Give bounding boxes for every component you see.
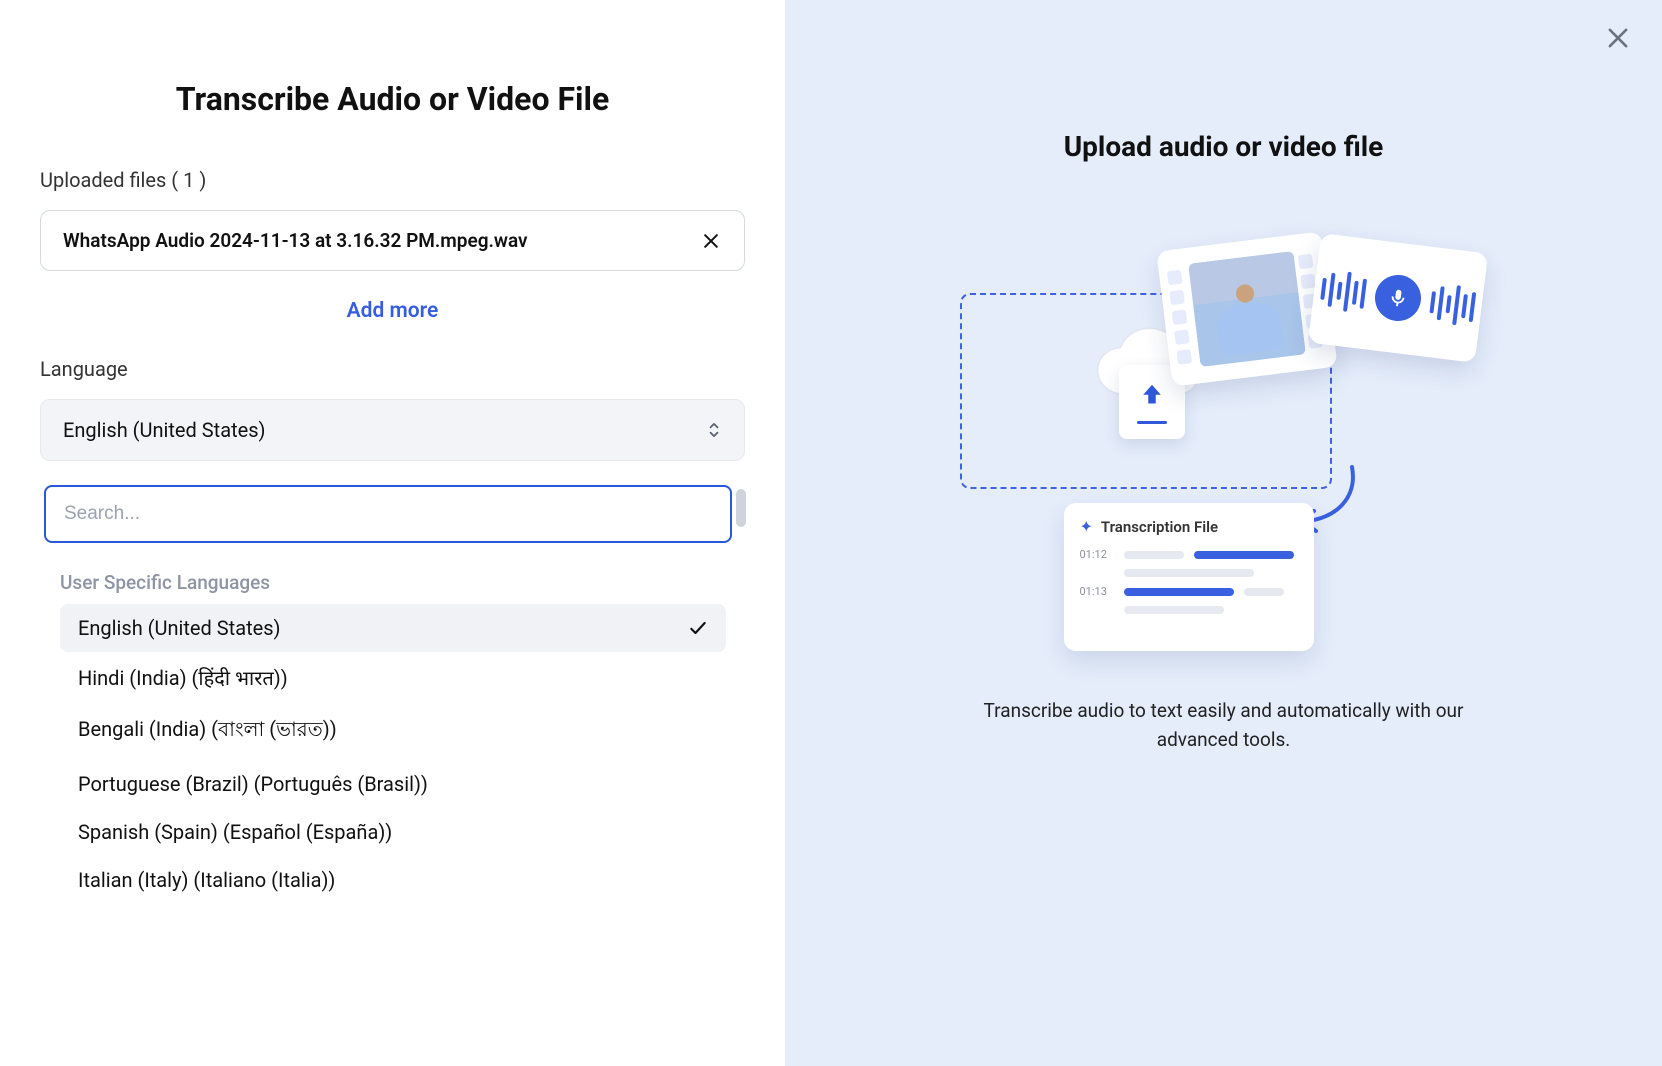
uploaded-files-label: Uploaded files ( 1 ) (40, 168, 745, 192)
language-option[interactable]: Hindi (India) (हिंदी भारत)) (60, 652, 726, 703)
waveform-right (1428, 282, 1477, 327)
right-panel-title: Upload audio or video file (1064, 130, 1384, 163)
language-group-header: User Specific Languages (4, 557, 744, 604)
language-option-label: Italian (Italy) (Italiano (Italia)) (78, 868, 335, 892)
transcript-card-title: Transcription File (1101, 518, 1218, 536)
transcript-card: ✦ Transcription File 01:12 01:13 (1064, 503, 1314, 651)
right-panel: Upload audio or video file (785, 0, 1662, 1066)
language-option-label: Portuguese (Brazil) (Português (Brasil)) (78, 772, 428, 796)
video-card (1156, 231, 1337, 386)
video-frame (1188, 251, 1306, 367)
text-bar-highlight (1194, 551, 1294, 559)
text-bar (1124, 551, 1184, 559)
language-search-box (44, 485, 732, 543)
waveform-left (1319, 269, 1368, 314)
audio-card (1307, 233, 1487, 363)
sparkle-icon: ✦ (1080, 517, 1093, 536)
text-bar-highlight (1124, 588, 1234, 596)
language-select[interactable]: English (United States) (40, 399, 745, 461)
language-label: Language (40, 357, 745, 381)
upload-illustration: ✦ Transcription File 01:12 01:13 (954, 233, 1494, 653)
add-more-button[interactable]: Add more (40, 299, 745, 323)
check-icon (688, 618, 708, 638)
language-option[interactable]: Portuguese (Brazil) (Português (Brasil)) (60, 760, 726, 808)
timestamp: 01:12 (1080, 548, 1114, 561)
language-option[interactable]: English (United States) (60, 604, 726, 652)
uploaded-file-row: WhatsApp Audio 2024-11-13 at 3.16.32 PM.… (40, 210, 745, 271)
language-option-label: Spanish (Spain) (Español (España)) (78, 820, 392, 844)
right-panel-description: Transcribe audio to text easily and auto… (954, 697, 1494, 754)
timestamp: 01:13 (1080, 585, 1114, 598)
upload-underline (1137, 421, 1167, 424)
microphone-icon (1372, 272, 1423, 323)
left-panel: Transcribe Audio or Video File Uploaded … (0, 0, 785, 1066)
uploaded-file-name: WhatsApp Audio 2024-11-13 at 3.16.32 PM.… (63, 229, 528, 252)
page-title: Transcribe Audio or Video File (40, 80, 745, 118)
chevron-up-down-icon (706, 420, 722, 440)
language-option-label: English (United States) (78, 616, 281, 640)
language-dropdown: User Specific Languages English (United … (4, 485, 744, 924)
language-option-label: Hindi (India) (हिंदी भारत)) (78, 664, 288, 691)
close-dialog-button[interactable] (1604, 24, 1634, 54)
language-option-label: Bengali (India) (বাংলা (ভারত)) (78, 715, 337, 748)
remove-file-button[interactable] (700, 230, 722, 252)
language-select-value: English (United States) (63, 418, 266, 442)
dropdown-scrollbar[interactable] (736, 489, 746, 527)
language-option[interactable]: Italian (Italy) (Italiano (Italia)) (60, 856, 726, 904)
language-option[interactable]: Bengali (India) (বাংলা (ভারত)) (60, 703, 726, 760)
upload-arrow-icon (1137, 381, 1167, 415)
language-search-input[interactable] (64, 503, 712, 525)
language-option[interactable]: Spanish (Spain) (Español (España)) (60, 808, 726, 856)
